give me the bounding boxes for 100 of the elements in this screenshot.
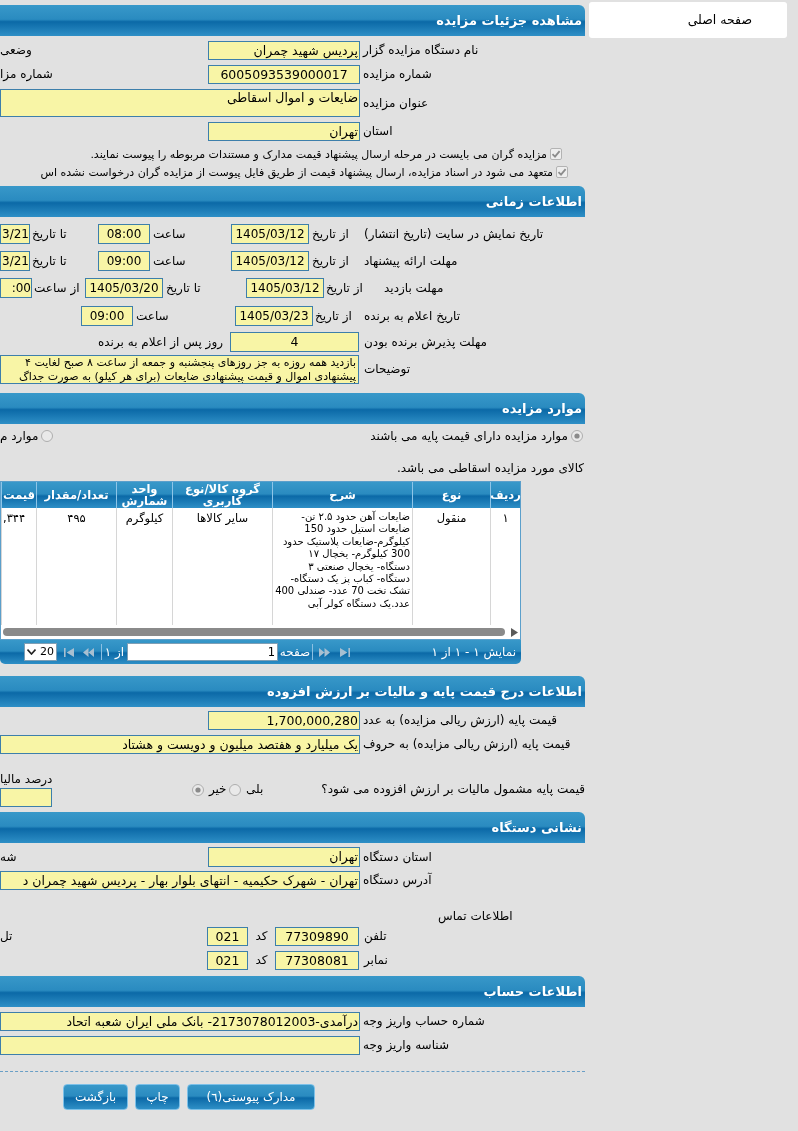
text-field[interactable]: تهران xyxy=(208,122,360,141)
text-field[interactable]: پردیس شهید چمران xyxy=(208,41,360,60)
text-field[interactable]: تهران - شهرک حکیمیه - انتهای بلوار بهار - پردیس شهید چمران د xyxy=(0,871,360,890)
date-field[interactable]: 1405/03/12 xyxy=(231,251,309,271)
field-label: شه xyxy=(0,849,17,865)
page-input[interactable]: 1 xyxy=(127,643,278,661)
field-suffix: روز پس از اعلام به برنده xyxy=(98,334,223,350)
field-label: توضیحات xyxy=(364,362,411,377)
section-title: مشاهده جزئیات مزایده xyxy=(436,11,582,30)
radio-label: موارد مزایده دارای قیمت پایه می باشند xyxy=(370,428,568,444)
scrollbar-thumb[interactable] xyxy=(3,628,505,636)
code-field[interactable]: 021 xyxy=(207,927,248,946)
radio-label: خیر xyxy=(208,782,227,797)
field-label: استان xyxy=(363,124,393,139)
text-field[interactable]: یک میلیارد و هفتصد میلیون و دویست و هشتاد xyxy=(0,735,360,754)
table-cell: کیلوگرم xyxy=(116,508,172,625)
page-size-select[interactable]: 20 xyxy=(24,643,57,661)
double-left-arrow-icon[interactable] xyxy=(83,647,94,657)
field-label: استان دستگاه xyxy=(363,849,432,865)
time-field[interactable]: 08:00 xyxy=(98,224,150,244)
radio-label: بلی xyxy=(246,782,264,797)
table-cell: ۴۹۵ xyxy=(36,508,116,625)
phone-field[interactable]: 77309890 xyxy=(275,927,359,946)
checkbox[interactable] xyxy=(556,166,568,178)
field-label: تاریخ اعلام به برنده xyxy=(364,308,461,324)
table-cell: سایر کالاها xyxy=(172,508,272,625)
field-label: قیمت پایه (ارزش ریالی مزایده) به عدد xyxy=(363,713,557,728)
chevron-down-icon xyxy=(27,649,36,655)
field-label: کد xyxy=(255,929,268,944)
text-field[interactable]: 6005093539000017 xyxy=(208,65,360,84)
text-field[interactable]: درآمدی-2173078012003- بانک ملی ایران شعبه اتحاد xyxy=(0,1012,360,1031)
column-header[interactable]: تعداد/مقدار xyxy=(36,482,116,508)
field-label: شماره حساب واریز وجه xyxy=(363,1014,485,1029)
skip-left-icon[interactable] xyxy=(64,647,74,657)
note-text: کالای مورد مزایده اسقاطی می باشد. xyxy=(397,461,584,477)
radio-button[interactable] xyxy=(571,430,583,442)
table-cell: منقول xyxy=(412,508,490,625)
field-label: شماره مزایده xyxy=(363,67,432,82)
column-header[interactable]: شرح xyxy=(272,482,412,508)
column-header[interactable]: واحد شمارش xyxy=(116,482,172,508)
skip-right-icon[interactable] xyxy=(340,647,350,657)
column-header[interactable]: ردیف xyxy=(490,482,520,508)
scroll-right-arrow-icon[interactable] xyxy=(511,627,518,637)
action-button[interactable]: بازگشت xyxy=(63,1084,128,1110)
pager-summary: نمایش ۱ - ۱ از ۱ xyxy=(431,645,516,659)
date-field[interactable]: 1405/03/12 xyxy=(231,224,309,244)
time-field[interactable]: :00 xyxy=(0,278,32,298)
field-label: نمابر xyxy=(364,953,388,968)
checkbox[interactable] xyxy=(550,148,562,160)
field-label: وضعی xyxy=(0,43,32,58)
field-label: تلفن xyxy=(364,929,387,944)
text-area[interactable]: ضایعات و اموال اسقاطی xyxy=(0,89,360,117)
section-title: اطلاعات درج قیمت پایه و مالیات بر ارزش افزوده xyxy=(267,682,582,702)
field-label: ساعت xyxy=(153,226,186,242)
radio-button[interactable] xyxy=(41,430,54,442)
text-area[interactable]: بازدید همه روزه به جز روزهای پنجشنبه و جمعه از ساعت ۸ صبح لغایت ۴ پیشنهادی اموال و قیمت پیشنهادی ضایعات (برای هر کیلو) به صورت جداگ xyxy=(0,355,359,384)
code-field[interactable]: 021 xyxy=(207,951,248,970)
field-label: از تاریخ xyxy=(315,308,352,324)
field-label: ساعت xyxy=(136,308,169,324)
field-label: قیمت پایه مشمول مالیات بر ارزش افزوده می شود؟ xyxy=(321,782,585,797)
action-button[interactable]: چاپ xyxy=(135,1084,180,1110)
column-header[interactable]: قیمت xyxy=(1,482,36,508)
text-field[interactable] xyxy=(0,1036,360,1055)
percent-field[interactable] xyxy=(0,788,52,807)
radio-button[interactable] xyxy=(229,783,242,796)
field-label: آدرس دستگاه xyxy=(363,873,432,888)
field-label: ساعت xyxy=(153,253,186,269)
table-cell: ضایعات آهن حدود ۲.۵ تن-ضایعات استیل حدود 150 کیلوگرم-ضایعات پلاستیک حدود 300 کیلوگرم- یخچال ۱۷ دستگاه- یخچال صنعتی ۳ دستگاه- کباب پز یک دستگاه-تشک تخت 70 عدد- صندلی 400 عدد.یک دستگاه کولر آبی xyxy=(272,508,412,625)
field-label: شماره مزا xyxy=(0,67,53,82)
time-field[interactable]: 09:00 xyxy=(81,306,133,326)
field-label: کد xyxy=(255,953,268,968)
field-label: از تاریخ xyxy=(312,253,349,269)
number-field[interactable]: 1,700,000,280 xyxy=(208,711,360,730)
field-label: از تاریخ xyxy=(326,280,363,296)
date-field[interactable]: 3/21 xyxy=(0,224,30,244)
time-field[interactable]: 09:00 xyxy=(98,251,150,271)
field-label: مهلت پذیرش برنده بودن xyxy=(364,334,487,350)
date-field[interactable]: 1405/03/20 xyxy=(85,278,163,298)
column-header[interactable]: نوع xyxy=(412,482,490,508)
action-button[interactable]: مدارک پیوستی(٦) xyxy=(187,1084,315,1110)
field-label: درصد مالیا xyxy=(0,772,53,787)
phone-field[interactable]: 77308081 xyxy=(275,951,359,970)
field-label: از ساعت xyxy=(34,280,80,296)
field-label: عنوان مزایده xyxy=(363,95,429,111)
sidebar-item[interactable]: صفحه اصلی xyxy=(589,2,787,38)
field-label: نام دستگاه مزایده گزار xyxy=(363,43,479,58)
field-label: مهلت ارائه پیشنهاد xyxy=(364,253,458,269)
radio-label: موارد م xyxy=(0,428,39,444)
date-field[interactable]: 1405/03/12 xyxy=(246,278,324,298)
number-field[interactable]: 4 xyxy=(230,332,359,352)
table-cell: ۱ xyxy=(490,508,520,625)
text-field[interactable]: تهران xyxy=(208,847,360,867)
double-right-arrow-icon[interactable] xyxy=(319,647,330,657)
date-field[interactable]: 1405/03/23 xyxy=(235,306,313,326)
field-label: تا تاریخ xyxy=(32,226,67,242)
date-field[interactable]: 3/21 xyxy=(0,251,30,271)
column-header[interactable]: گروه کالا/نوع کاربری xyxy=(172,482,272,508)
field-label: از تاریخ xyxy=(312,226,349,242)
radio-button[interactable] xyxy=(191,783,204,796)
section-title: نشانی دستگاه xyxy=(491,818,582,837)
